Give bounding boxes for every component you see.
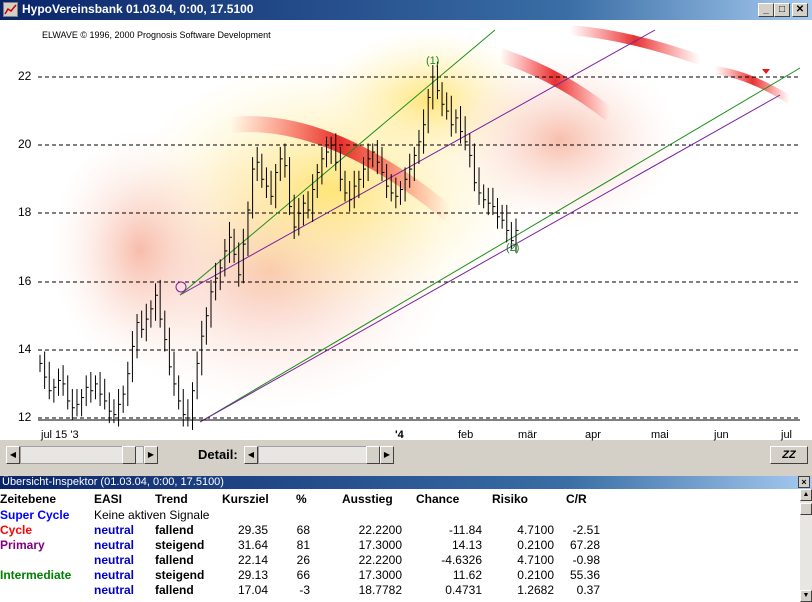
table-cell-easi: Keine aktiven Signale (94, 508, 210, 522)
table-cell-ausstieg: 17.3000 (358, 568, 402, 582)
x-tick-label: feb (458, 429, 474, 441)
detail-slider[interactable] (258, 446, 378, 464)
zigzag-button[interactable]: ZZ (770, 446, 808, 464)
y-tick-label: 18 (18, 205, 32, 219)
y-tick-label: 14 (18, 342, 32, 356)
detail-label: Detail: (198, 447, 238, 462)
detail-slider-thumb[interactable] (366, 446, 380, 464)
table-cell-ausstieg: 22.2200 (358, 553, 402, 567)
copyright-text: ELWAVE © 1996, 2000 Prognosis Software D… (42, 30, 271, 40)
column-header: Kursziel (222, 492, 269, 506)
detail-left-button[interactable]: ◀ (244, 446, 258, 464)
table-cell-cr: 55.36 (569, 568, 600, 582)
table-cell-cr: 67.28 (569, 538, 600, 552)
target-marker-icon (762, 69, 770, 74)
x-tick-label: jun (714, 429, 729, 441)
close-button[interactable]: ✕ (792, 3, 808, 17)
table-cell-level: Intermediate (0, 568, 72, 582)
app-icon (3, 2, 18, 17)
inspector-scrollbar[interactable]: ▲ ▼ (800, 489, 812, 602)
column-header: Chance (416, 492, 460, 506)
x-tick-label: '4 (395, 429, 404, 441)
table-cell-risiko: 0.2100 (517, 568, 554, 582)
table-cell-easi: neutral (94, 523, 135, 537)
y-tick-label: 16 (18, 274, 32, 288)
table-cell-kursziel: 17.04 (237, 583, 268, 597)
column-header: C/R (566, 492, 587, 506)
probability-zones (50, 25, 793, 410)
column-header: Zeitebene (0, 492, 57, 506)
table-cell-easi: neutral (94, 538, 135, 552)
column-header: Trend (155, 492, 188, 506)
table-cell-chance: 11.62 (452, 568, 482, 582)
scroll-left-button[interactable]: ◀ (6, 446, 20, 464)
table-cell-chance: 14.13 (451, 538, 482, 552)
table-cell-easi: neutral (94, 568, 135, 582)
table-cell-pct: 68 (296, 523, 310, 537)
table-cell-trend: steigend (155, 568, 205, 582)
inspector-titlebar[interactable]: Übersicht-Inspektor (01.03.04, 0:00, 17.… (0, 476, 812, 489)
table-cell-pct: 66 (296, 568, 310, 582)
column-header: Ausstieg (342, 492, 393, 506)
price-chart[interactable]: (1) (2) ELWAVE © 1996, 2000 Prognosis So… (0, 20, 812, 441)
table-cell-cr: -2.51 (572, 523, 600, 537)
table-cell-ausstieg: 22.2200 (358, 523, 402, 537)
chart-canvas: (1) (2) (38, 25, 801, 430)
window-titlebar[interactable]: HypoVereinsbank 01.03.04, 0:00, 17.5100 … (0, 0, 812, 20)
table-cell-pct: -3 (299, 583, 310, 597)
table-cell-risiko: 4.7100 (517, 553, 554, 567)
table-cell-chance: -4.6326 (441, 553, 482, 567)
table-cell-risiko: 1.2682 (517, 583, 554, 597)
table-cell-cr: -0.98 (572, 553, 600, 567)
inspector-title: Übersicht-Inspektor (01.03.04, 0:00, 17.… (2, 476, 224, 488)
table-cell-trend: steigend (155, 538, 205, 552)
detail-right-button[interactable]: ▶ (380, 446, 394, 464)
scroll-right-button[interactable]: ▶ (144, 446, 158, 464)
table-cell-cr: 0.37 (576, 583, 600, 597)
table-cell-trend: fallend (155, 553, 194, 567)
x-tick-label: jul (781, 429, 793, 441)
table-cell-kursziel: 31.64 (237, 538, 268, 552)
x-tick-label: mai (651, 429, 669, 441)
wave-label-1: (1) (426, 55, 439, 67)
table-cell-ausstieg: 17.3000 (358, 538, 402, 552)
wave-label-2: (2) (506, 242, 519, 254)
scroll-thumb[interactable] (800, 503, 812, 515)
table-cell-pct: 81 (296, 538, 310, 552)
table-cell-trend: fallend (155, 583, 194, 597)
scroll-down-button[interactable]: ▼ (800, 590, 812, 602)
table-cell-trend: fallend (155, 523, 194, 537)
table-cell-ausstieg: 18.7782 (358, 583, 402, 597)
inspector-close-button[interactable]: × (798, 476, 810, 488)
table-cell-easi: neutral (94, 583, 135, 597)
maximize-button[interactable]: □ (774, 3, 790, 17)
table-cell-kursziel: 29.35 (237, 523, 268, 537)
x-tick-label: jul 15 '3 (41, 429, 79, 441)
x-tick-label: mär (518, 429, 537, 441)
scroll-up-button[interactable]: ▲ (800, 489, 812, 501)
table-cell-chance: 0.4731 (445, 583, 482, 597)
table-cell-kursziel: 29.13 (237, 568, 268, 582)
table-cell-chance: -11.84 (448, 523, 482, 537)
window-title: HypoVereinsbank 01.03.04, 0:00, 17.5100 (22, 2, 254, 16)
column-header: Risiko (492, 492, 529, 506)
y-tick-label: 12 (18, 410, 32, 424)
minimize-button[interactable]: _ (758, 3, 774, 17)
table-cell-level: Super Cycle (0, 508, 70, 522)
time-scroll-thumb[interactable] (122, 446, 136, 464)
chart-scroll-row: ◀ ▶ Detail: ◀ ▶ ZZ (0, 444, 812, 466)
table-cell-risiko: 0.2100 (517, 538, 554, 552)
table-cell-easi: neutral (94, 553, 135, 567)
x-tick-label: apr (585, 429, 601, 441)
y-tick-label: 22 (18, 69, 32, 83)
inspector-table: Zeitebene EASI Trend Kursziel% Ausstieg Chanc… (0, 489, 800, 602)
table-cell-level: Cycle (0, 523, 33, 537)
column-header: % (296, 492, 307, 506)
table-cell-risiko: 4.7100 (517, 523, 554, 537)
column-header: EASI (94, 492, 123, 506)
table-cell-pct: 26 (296, 553, 310, 567)
table-cell-level: Primary (0, 538, 45, 552)
y-tick-label: 20 (18, 137, 32, 151)
table-cell-kursziel: 22.14 (237, 553, 268, 567)
